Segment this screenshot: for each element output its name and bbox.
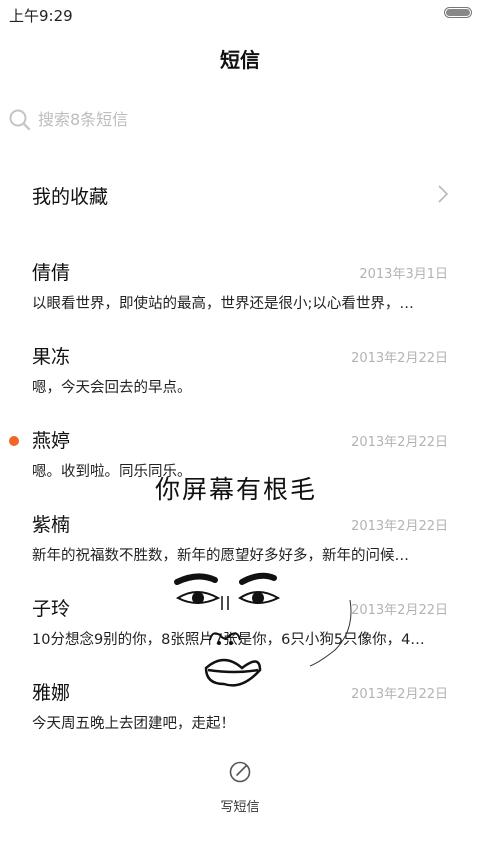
message-date: 2013年2月22日	[351, 687, 448, 702]
contact-name: 燕婷	[32, 430, 71, 452]
contact-name: 雅娜	[32, 682, 71, 704]
compose-icon	[229, 761, 251, 783]
unread-indicator	[9, 436, 19, 446]
message-item[interactable]: 雅娜 2013年2月22日 今天周五晚上去团建吧，走起！	[0, 672, 480, 752]
message-preview: 新年的祝福数不胜数，新年的愿望好多好多，新年的问候…	[32, 548, 409, 564]
message-preview: 以眼看世界，即使站的最高，世界还是很小;以心看世界，…	[32, 296, 414, 312]
search-icon	[9, 109, 31, 131]
contact-name: 倩倩	[32, 262, 71, 284]
favorites-row[interactable]: 我的收藏	[0, 170, 480, 218]
compose-button[interactable]: 写短信	[200, 758, 280, 818]
message-preview: 今天周五晚上去团建吧，走起！	[32, 716, 235, 732]
search-input[interactable]	[38, 106, 458, 132]
chevron-right-icon	[438, 185, 448, 203]
message-preview: 嗯，今天会回去的早点。	[32, 380, 192, 396]
favorites-label: 我的收藏	[32, 186, 109, 208]
message-item[interactable]: 倩倩 2013年3月1日 以眼看世界，即使站的最高，世界还是很小;以心看世界，…	[0, 252, 480, 332]
contact-name: 紫楠	[32, 514, 71, 536]
status-bar: 上午9:29	[0, 0, 480, 28]
message-item[interactable]: 紫楠 2013年2月22日 新年的祝福数不胜数，新年的愿望好多好多，新年的问候…	[0, 504, 480, 584]
search-bar[interactable]	[8, 106, 468, 134]
message-date: 2013年2月22日	[351, 603, 448, 618]
overlay-text: 你屏幕有根毛	[155, 475, 318, 504]
compose-label: 写短信	[220, 800, 260, 815]
message-item[interactable]: 果冻 2013年2月22日 嗯，今天会回去的早点。	[0, 336, 480, 416]
contact-name: 果冻	[32, 346, 71, 368]
battery-icon	[444, 7, 472, 18]
contact-name: 子玲	[32, 598, 71, 620]
message-date: 2013年3月1日	[359, 267, 448, 282]
status-time: 上午9:29	[9, 7, 73, 25]
message-date: 2013年2月22日	[351, 351, 448, 366]
message-preview: 10分想念9别的你，8张照片7张是你，6只小狗5只像你，4…	[32, 632, 425, 648]
message-date: 2013年2月22日	[351, 519, 448, 534]
message-date: 2013年2月22日	[351, 435, 448, 450]
page-title: 短信	[220, 48, 260, 72]
message-item[interactable]: 子玲 2013年2月22日 10分想念9别的你，8张照片7张是你，6只小狗5只像…	[0, 588, 480, 668]
